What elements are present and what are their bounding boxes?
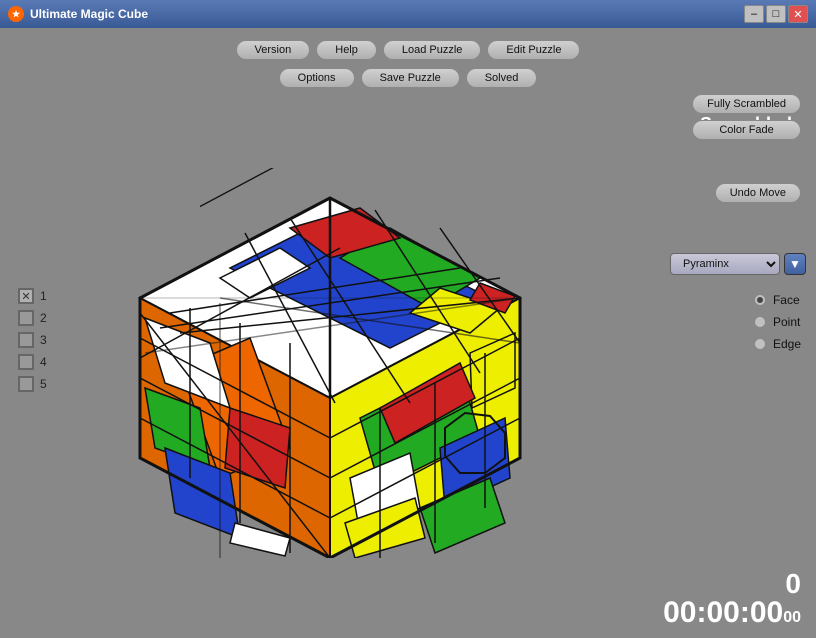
- layer-4-checkbox[interactable]: [18, 354, 34, 370]
- cube-display[interactable]: [90, 168, 570, 558]
- move-count: 0: [663, 570, 801, 598]
- layer-item-4: 4: [18, 354, 47, 370]
- counter-area: 0 00:00:00 00: [663, 570, 801, 628]
- edge-radio-item[interactable]: Edge: [753, 337, 801, 351]
- point-radio-item[interactable]: Point: [753, 315, 801, 329]
- layer-2-num: 2: [40, 311, 47, 325]
- layer-item-2: 2: [18, 310, 47, 326]
- close-button[interactable]: ✕: [788, 5, 808, 23]
- layer-1-num: 1: [40, 289, 47, 303]
- puzzle-select[interactable]: Pyraminx: [670, 253, 780, 275]
- layers-panel: ✕ 1 2 3 4 5: [18, 288, 47, 392]
- help-button[interactable]: Help: [316, 40, 377, 60]
- main-area: Version Help Load Puzzle Edit Puzzle Opt…: [0, 28, 816, 638]
- puzzle-dropdown-area: Pyraminx ▼: [670, 253, 806, 275]
- cube-svg[interactable]: [90, 168, 570, 558]
- right-panel-buttons: Fully Scrambled Color Fade: [692, 94, 801, 140]
- layer-4-num: 4: [40, 355, 47, 369]
- layer-1-checkbox[interactable]: ✕: [18, 288, 34, 304]
- layer-item-3: 3: [18, 332, 47, 348]
- layer-3-checkbox[interactable]: [18, 332, 34, 348]
- point-label: Point: [773, 315, 800, 329]
- edge-radio[interactable]: [753, 337, 767, 351]
- titlebar: ★ Ultimate Magic Cube – □ ✕: [0, 0, 816, 28]
- load-puzzle-button[interactable]: Load Puzzle: [383, 40, 482, 60]
- maximize-button[interactable]: □: [766, 5, 786, 23]
- layer-2-checkbox[interactable]: [18, 310, 34, 326]
- fully-scrambled-button[interactable]: Fully Scrambled: [692, 94, 801, 114]
- timer-display: 00:00:00: [663, 598, 783, 628]
- toolbar-row1: Version Help Load Puzzle Edit Puzzle: [0, 40, 816, 60]
- save-puzzle-button[interactable]: Save Puzzle: [361, 68, 460, 88]
- options-button[interactable]: Options: [279, 68, 355, 88]
- face-radio-item[interactable]: Face: [753, 293, 801, 307]
- face-radio[interactable]: [753, 293, 767, 307]
- minimize-button[interactable]: –: [744, 5, 764, 23]
- edit-puzzle-button[interactable]: Edit Puzzle: [487, 40, 580, 60]
- undo-area: Undo Move: [715, 183, 801, 203]
- point-radio[interactable]: [753, 315, 767, 329]
- layer-5-checkbox[interactable]: [18, 376, 34, 392]
- app-title: Ultimate Magic Cube: [30, 7, 738, 21]
- solved-button[interactable]: Solved: [466, 68, 538, 88]
- dropdown-arrow-button[interactable]: ▼: [784, 253, 806, 275]
- layer-item-1: ✕ 1: [18, 288, 47, 304]
- window-controls: – □ ✕: [744, 5, 808, 23]
- layer-item-5: 5: [18, 376, 47, 392]
- color-fade-button[interactable]: Color Fade: [692, 120, 801, 140]
- undo-move-button[interactable]: Undo Move: [715, 183, 801, 203]
- version-button[interactable]: Version: [236, 40, 311, 60]
- layer-5-num: 5: [40, 377, 47, 391]
- toolbar-row2: Options Save Puzzle Solved: [0, 68, 816, 88]
- edge-label: Edge: [773, 337, 801, 351]
- timer-subseconds: 00: [783, 609, 801, 627]
- layer-3-num: 3: [40, 333, 47, 347]
- app-icon: ★: [8, 6, 24, 22]
- radio-area: Face Point Edge: [753, 293, 801, 351]
- face-label: Face: [773, 293, 800, 307]
